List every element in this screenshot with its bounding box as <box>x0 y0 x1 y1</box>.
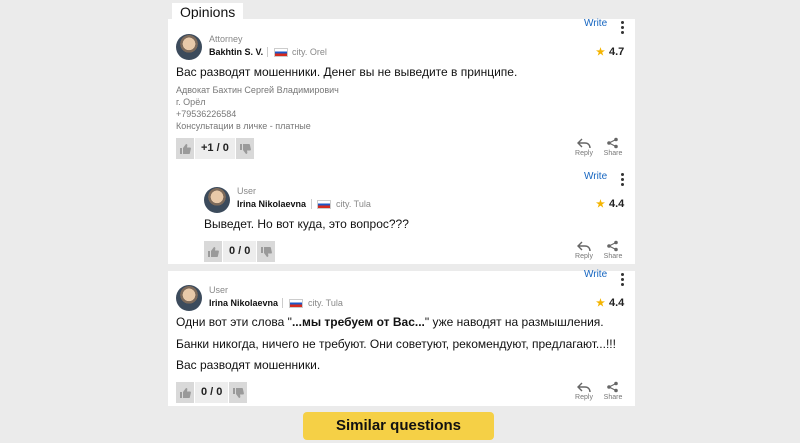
share-button[interactable]: Share <box>600 137 626 157</box>
russia-flag-icon <box>317 200 331 209</box>
signature-line: Адвокат Бахтин Сергей Владимирович <box>176 85 339 95</box>
reply-icon <box>577 138 591 149</box>
comment-card: Write Attorney Bakhtin S. V. city. Orel … <box>168 18 635 167</box>
star-icon: ★ <box>596 298 605 309</box>
author-rating: ★ 4.4 <box>596 198 625 210</box>
comment-text: Выведет. Но вот куда, это вопрос??? <box>204 217 409 231</box>
share-icon <box>607 381 618 393</box>
thumbs-down-icon[interactable] <box>229 382 248 403</box>
reply-icon <box>577 382 591 393</box>
author-city: city. Orel <box>292 47 327 57</box>
author-role: User <box>237 186 257 196</box>
comment-text: Банки никогда, ничего не требуют. Они со… <box>176 337 616 351</box>
more-options-icon[interactable] <box>621 21 625 36</box>
vote-control: 0 / 0 <box>204 241 276 262</box>
avatar[interactable] <box>176 285 202 311</box>
vote-count: +1 / 0 <box>195 138 235 159</box>
comment-card: Write User Irina Nikolaevna city. Tula ★… <box>168 269 635 406</box>
author-name[interactable]: Irina Nikolaevna <box>237 199 306 209</box>
thumbs-up-icon[interactable] <box>176 138 194 159</box>
author-role: Attorney <box>209 34 243 44</box>
divider <box>282 298 283 308</box>
star-icon: ★ <box>596 199 605 210</box>
similar-questions-button[interactable]: Similar questions <box>303 412 494 440</box>
signature-line: Консультации в личке - платные <box>176 121 311 131</box>
thumbs-up-icon[interactable] <box>176 382 194 403</box>
write-link[interactable]: Write <box>584 171 607 182</box>
share-icon <box>607 137 618 149</box>
avatar[interactable] <box>176 34 202 60</box>
author-name[interactable]: Bakhtin S. V. <box>209 47 263 57</box>
author-city: city. Tula <box>336 199 371 209</box>
author-rating: ★ 4.4 <box>596 297 625 309</box>
comment-text: Одни вот эти слова "...мы требуем от Вас… <box>176 315 604 329</box>
divider <box>311 199 312 209</box>
thumbs-up-icon[interactable] <box>204 241 222 262</box>
author-rating: ★ 4.7 <box>596 46 625 58</box>
star-icon: ★ <box>596 47 605 58</box>
author-name[interactable]: Irina Nikolaevna <box>209 298 278 308</box>
reply-icon <box>577 241 591 252</box>
vote-control: 0 / 0 <box>176 382 248 403</box>
comment-text: Вас разводят мошенники. Денег вы не выве… <box>176 65 518 79</box>
vote-count: 0 / 0 <box>223 241 257 262</box>
share-button[interactable]: Share <box>600 240 626 260</box>
avatar[interactable] <box>204 187 230 213</box>
share-button[interactable]: Share <box>600 381 626 401</box>
russia-flag-icon <box>274 48 288 57</box>
divider <box>267 47 268 57</box>
signature-line: г. Орёл <box>176 97 206 107</box>
share-icon <box>607 240 618 252</box>
write-link[interactable]: Write <box>584 18 607 29</box>
reply-button[interactable]: Reply <box>571 137 597 157</box>
more-options-icon[interactable] <box>621 273 625 288</box>
reply-card: Write User Irina Nikolaevna city. Tula ★… <box>168 167 635 264</box>
reply-button[interactable]: Reply <box>571 240 597 260</box>
author-city: city. Tula <box>308 298 343 308</box>
comment-text: Вас разводят мошенники. <box>176 358 321 372</box>
more-options-icon[interactable] <box>621 173 625 188</box>
author-role: User <box>209 285 229 295</box>
thumbs-down-icon[interactable] <box>235 138 254 159</box>
vote-count: 0 / 0 <box>195 382 229 403</box>
write-link[interactable]: Write <box>584 269 607 280</box>
russia-flag-icon <box>289 299 303 308</box>
thumbs-down-icon[interactable] <box>257 241 276 262</box>
vote-control: +1 / 0 <box>176 138 254 159</box>
reply-button[interactable]: Reply <box>571 381 597 401</box>
signature-line: +79536226584 <box>176 109 237 119</box>
